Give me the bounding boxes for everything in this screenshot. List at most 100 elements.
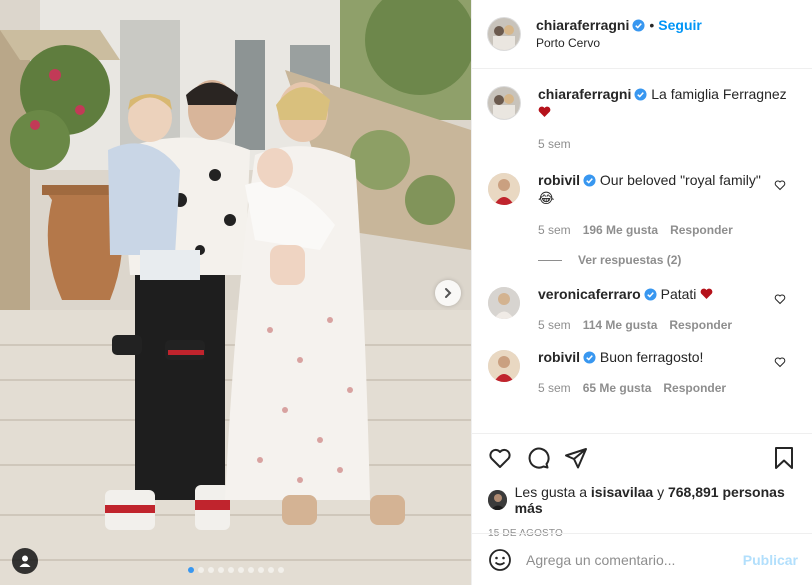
- follow-button[interactable]: Seguir: [658, 17, 702, 33]
- comment-meta: 5 sem 114 Me gusta Responder: [538, 316, 770, 334]
- view-replies-label: Ver respuestas (2): [578, 253, 682, 267]
- comment-message: Patati: [660, 286, 697, 302]
- commenter-username[interactable]: veronicaferraro: [538, 286, 641, 302]
- share-button[interactable]: [564, 446, 588, 470]
- like-button[interactable]: [488, 446, 512, 470]
- post-photo[interactable]: [0, 0, 471, 585]
- likes-connector: y: [657, 484, 665, 500]
- caption-time: 5 sem: [538, 137, 571, 151]
- comment-button[interactable]: [526, 446, 550, 470]
- like-comment-heart-icon[interactable]: [774, 179, 786, 191]
- comment-time: 5 sem: [538, 318, 571, 332]
- emoji-button[interactable]: [488, 548, 512, 572]
- comment: veronicaferraro Patati 5 sem 114 Me gust…: [488, 285, 796, 334]
- post-header: chiaraferragni • Seguir Porto Cervo: [472, 0, 812, 69]
- comment-body: robivil Our beloved "royal family" 😂 5 s…: [538, 171, 770, 239]
- verified-badge-icon: [644, 288, 657, 301]
- avatar-image: [488, 87, 520, 119]
- reply-button[interactable]: Responder: [663, 379, 726, 397]
- author-meta: chiaraferragni • Seguir Porto Cervo: [536, 16, 702, 52]
- likes-prefix: Les gusta a: [514, 484, 588, 500]
- commenter-avatar[interactable]: [488, 350, 520, 382]
- red-heart-icon: [538, 106, 551, 117]
- comment-meta: 5 sem 196 Me gusta Responder: [538, 221, 770, 239]
- post-details-panel: chiaraferragni • Seguir Porto Cervo chiara…: [471, 0, 812, 585]
- caption-username[interactable]: chiaraferragni: [538, 86, 631, 102]
- comment-likes[interactable]: 196 Me gusta: [583, 221, 658, 239]
- verified-badge-icon: [632, 19, 645, 32]
- commenter-avatar[interactable]: [488, 173, 520, 205]
- verified-badge-icon: [583, 174, 596, 187]
- commenter-username[interactable]: robivil: [538, 172, 580, 188]
- comment-bubble-icon: [528, 447, 550, 469]
- like-comment-heart-icon[interactable]: [774, 293, 786, 305]
- commenter-avatar[interactable]: [488, 287, 520, 319]
- author-avatar[interactable]: [488, 87, 520, 119]
- comment-body: veronicaferraro Patati 5 sem 114 Me gust…: [538, 285, 770, 334]
- caption-text: chiaraferragni La famiglia Ferragnez: [538, 85, 796, 121]
- carousel-indicator: [0, 567, 471, 573]
- likes-summary: Les gusta a isisavilaa y 768,891 persona…: [488, 484, 796, 516]
- author-username[interactable]: chiaraferragni: [536, 17, 629, 33]
- comment-input[interactable]: Agrega un comentario...: [526, 552, 743, 568]
- comment-body: robivil Buon ferragosto! 5 sem 65 Me gus…: [538, 348, 770, 397]
- avatar-image: [488, 287, 520, 319]
- comment-likes[interactable]: 114 Me gusta: [583, 316, 658, 334]
- caption-body: chiaraferragni La famiglia Ferragnez 5 s…: [538, 85, 796, 153]
- comment-time: 5 sem: [538, 381, 571, 395]
- caption-meta: 5 sem: [538, 135, 796, 153]
- carousel-dot: [197, 567, 204, 573]
- action-bar: [488, 444, 796, 472]
- comment-meta: 5 sem 65 Me gusta Responder: [538, 379, 770, 397]
- comment: robivil Our beloved "royal family" 😂 5 s…: [488, 171, 796, 239]
- red-heart-icon: [700, 288, 713, 299]
- comment-text: robivil Buon ferragosto!: [538, 348, 770, 366]
- add-comment-bar: Agrega un comentario... Publicar: [472, 533, 812, 585]
- comment-text: veronicaferraro Patati: [538, 285, 770, 303]
- smiley-icon: [489, 548, 511, 571]
- save-button[interactable]: [772, 446, 796, 470]
- separator-bullet: •: [649, 17, 655, 33]
- commenter-username[interactable]: robivil: [538, 349, 580, 365]
- user-icon: [19, 555, 31, 567]
- chevron-right-icon: [445, 288, 452, 298]
- carousel-dot: [267, 567, 274, 573]
- carousel-dot: [187, 567, 194, 573]
- reply-button[interactable]: Responder: [669, 316, 732, 334]
- comment-text: robivil Our beloved "royal family" 😂: [538, 171, 770, 207]
- verified-badge-icon: [634, 88, 647, 101]
- location-link[interactable]: Porto Cervo: [536, 34, 702, 52]
- instagram-post: chiaraferragni • Seguir Porto Cervo chiara…: [0, 0, 812, 585]
- next-slide-button[interactable]: [435, 280, 461, 306]
- paper-plane-icon: [565, 448, 587, 469]
- view-replies-button[interactable]: Ver respuestas (2): [538, 253, 796, 267]
- liker-avatar[interactable]: [488, 490, 507, 510]
- carousel-dot: [207, 567, 214, 573]
- likes-text: Les gusta a isisavilaa y 768,891 persona…: [515, 484, 796, 516]
- family-photo-illustration: [0, 0, 471, 585]
- liker-username[interactable]: isisavilaa: [591, 484, 653, 500]
- avatar-image: [488, 350, 520, 382]
- reply-button[interactable]: Responder: [670, 221, 733, 239]
- carousel-dot: [277, 567, 284, 573]
- publish-button[interactable]: Publicar: [743, 552, 798, 568]
- replies-line: [538, 259, 562, 261]
- author-avatar[interactable]: [488, 18, 520, 50]
- carousel-dot: [237, 567, 244, 573]
- avatar-image: [488, 173, 520, 205]
- avatar-image: [488, 490, 507, 510]
- caption-message: La famiglia Ferragnez: [651, 86, 787, 102]
- comment: robivil Buon ferragosto! 5 sem 65 Me gus…: [488, 348, 796, 397]
- carousel-dot: [247, 567, 254, 573]
- caption: chiaraferragni La famiglia Ferragnez 5 s…: [488, 85, 796, 153]
- like-comment-heart-icon[interactable]: [774, 356, 786, 368]
- carousel-dot: [217, 567, 224, 573]
- verified-badge-icon: [583, 351, 596, 364]
- comment-likes[interactable]: 65 Me gusta: [583, 379, 652, 397]
- avatar-image: [488, 18, 520, 50]
- comment-message: Buon ferragosto!: [599, 349, 704, 365]
- carousel-dot: [227, 567, 234, 573]
- comments-list: chiaraferragni La famiglia Ferragnez 5 s…: [472, 69, 812, 433]
- comment-time: 5 sem: [538, 223, 571, 237]
- bookmark-icon: [775, 447, 793, 469]
